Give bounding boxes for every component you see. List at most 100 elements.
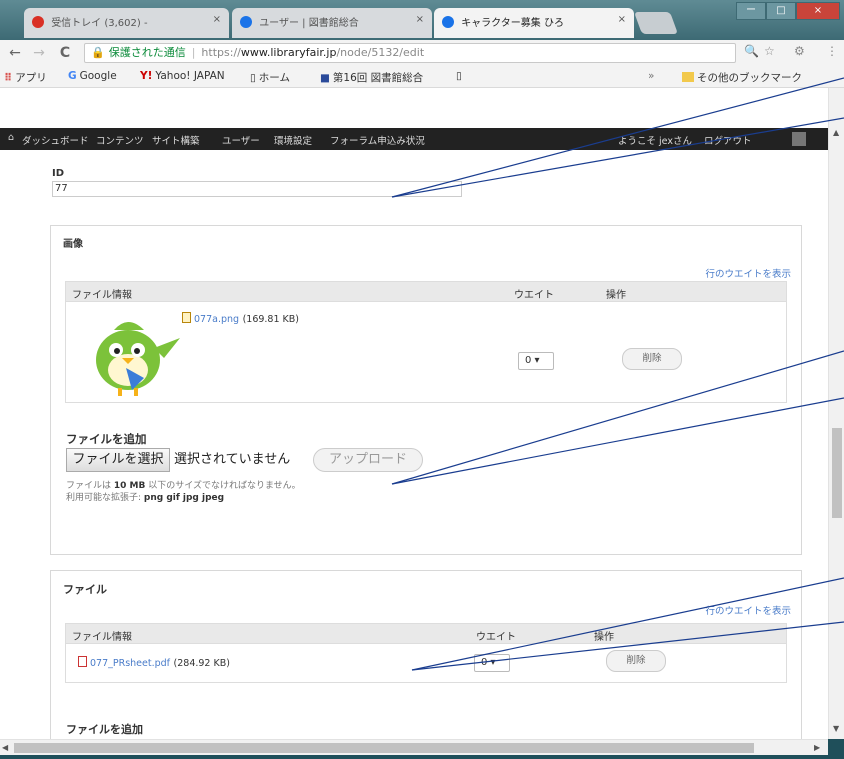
pdf-file-link[interactable]: 077_PRsheet.pdf — [90, 658, 170, 669]
tab-character[interactable]: キャラクター募集 ひろ × — [434, 8, 634, 38]
bookmark-google[interactable]: G Google — [68, 70, 117, 82]
admin-menu-content[interactable]: コンテンツ — [96, 133, 144, 147]
scroll-left-arrow-icon[interactable]: ◀ — [2, 743, 8, 752]
character-thumbnail — [96, 322, 180, 396]
scroll-right-arrow-icon[interactable]: ▶ — [814, 743, 820, 752]
image-fieldset: 画像 行のウエイトを表示 ファイル情報 ウエイト 操作 077a.png (16… — [50, 225, 802, 555]
tab-users[interactable]: ユーザー | 図書館総合 × — [232, 8, 432, 38]
bookmark-apps[interactable]: ⠿ アプリ — [4, 70, 47, 85]
minimize-button[interactable]: ー — [736, 2, 766, 20]
logout-link[interactable]: ログアウト — [704, 133, 752, 147]
ie-icon — [442, 16, 454, 28]
bookmark-label: アプリ — [15, 72, 47, 84]
file-fieldset: ファイル 行のウエイトを表示 ファイル情報 ウエイト 操作 077_PRshee… — [50, 570, 802, 739]
scroll-down-arrow-icon[interactable]: ▼ — [833, 724, 839, 733]
menu-icon[interactable]: ⋮ — [826, 44, 838, 58]
column-header-file-info: ファイル情報 — [72, 632, 132, 643]
admin-toggle-button[interactable] — [792, 132, 806, 146]
table-row: 077_PRsheet.pdf (284.92 KB) 0 ▾ 削除 — [66, 644, 786, 682]
file-section-title: ファイル — [63, 583, 107, 596]
image-table: ファイル情報 ウエイト 操作 077a.png (169.81 KB) 0 ▾ … — [65, 281, 787, 403]
file-table: ファイル情報 ウエイト 操作 077_PRsheet.pdf (284.92 K… — [65, 623, 787, 683]
admin-menu-dashboard[interactable]: ダッシュボード — [22, 133, 89, 147]
tab-close-icon[interactable]: × — [416, 14, 424, 25]
show-row-weights-link[interactable]: 行のウエイトを表示 — [705, 266, 791, 280]
table-header: ファイル情報 ウエイト 操作 — [66, 282, 786, 302]
tab-label: ユーザー | 図書館総合 — [259, 18, 359, 29]
bookmark-label: ホーム — [258, 72, 290, 84]
page-icon: ▯ — [250, 72, 256, 84]
tab-strip: 受信トレイ (3,602) - × ユーザー | 図書館総合 × キャラクター募… — [0, 0, 844, 40]
admin-menu-users[interactable]: ユーザー — [222, 133, 260, 147]
admin-menu-config[interactable]: 環境設定 — [274, 133, 312, 147]
other-bookmarks-label: その他のブックマーク — [697, 72, 802, 84]
column-header-operations: 操作 — [606, 290, 626, 301]
apps-grid-icon: ⠿ — [4, 72, 13, 84]
bookmark-label: Google — [79, 70, 117, 82]
bookmark-label: 第16回 図書館総合 — [332, 72, 424, 84]
address-bar[interactable]: 🔒 保護された通信 | https://www.libraryfair.jp/node… — [84, 43, 736, 63]
column-header-file-info: ファイル情報 — [72, 290, 132, 301]
page-icon: ▯ — [456, 70, 462, 82]
id-input[interactable]: 77 — [52, 181, 462, 197]
star-icon[interactable]: ☆ — [764, 44, 775, 58]
reload-icon[interactable]: C — [56, 44, 74, 62]
image-weight-select[interactable]: 0 ▾ — [518, 352, 554, 370]
yahoo-icon: Y! — [140, 70, 153, 82]
lock-icon: 🔒 — [91, 46, 105, 59]
pdf-file-size: (284.92 KB) — [173, 658, 230, 669]
browser-toolbar: ← → C 🔒 保護された通信 | https://www.libraryfair.j… — [0, 40, 844, 66]
horizontal-scrollbar[interactable]: ◀ ▶ — [0, 739, 828, 755]
close-window-button[interactable]: × — [796, 2, 840, 20]
horizontal-scroll-thumb[interactable] — [14, 743, 754, 753]
tab-gmail[interactable]: 受信トレイ (3,602) - × — [24, 8, 229, 38]
new-tab-button[interactable] — [633, 12, 679, 34]
file-add-file-label: ファイルを追加 — [66, 723, 143, 736]
help-text: 利用可能な拡張子: — [66, 493, 144, 503]
other-bookmarks[interactable]: その他のブックマーク — [682, 70, 802, 85]
url-path: /node/5132/edit — [336, 46, 425, 59]
bookmark-home[interactable]: ▯ ホーム — [250, 70, 290, 85]
show-row-weights-link[interactable]: 行のウエイトを表示 — [705, 603, 791, 617]
url-host: www.libraryfair.jp — [240, 46, 337, 59]
pdf-weight-select[interactable]: 0 ▾ — [474, 654, 510, 672]
no-file-selected-text: 選択されていません — [174, 452, 291, 467]
bookmark-page[interactable]: ▯ — [456, 70, 465, 82]
zoom-icon[interactable]: 🔍 — [744, 44, 759, 58]
image-delete-button[interactable]: 削除 — [622, 348, 682, 370]
tab-close-icon[interactable]: × — [618, 14, 626, 25]
forward-arrow-icon[interactable]: → — [30, 44, 48, 62]
table-row: 077a.png (169.81 KB) 0 ▾ 削除 — [66, 302, 786, 402]
maximize-button[interactable]: □ — [766, 2, 796, 20]
browser-window: 受信トレイ (3,602) - × ユーザー | 図書館総合 × キャラクター募… — [0, 0, 844, 759]
window-bottom-edge — [0, 755, 844, 759]
bookmarks-more-icon[interactable]: » — [648, 70, 654, 82]
file-ext-help: 利用可能な拡張子: png gif jpg jpeg — [66, 490, 224, 503]
image-file-link[interactable]: 077a.png — [194, 314, 239, 325]
choose-file-button[interactable]: ファイルを選択 — [66, 448, 170, 472]
vertical-scroll-thumb[interactable] — [832, 428, 842, 518]
admin-menu-structure[interactable]: サイト構築 — [152, 133, 200, 147]
admin-bar: ⌂ ダッシュボード コンテンツ サイト構築 ユーザー 環境設定 フォーラム申込み… — [0, 128, 828, 150]
page-viewport: ⌂ ダッシュボード コンテンツ サイト構築 ユーザー 環境設定 フォーラム申込み… — [0, 88, 828, 739]
scroll-up-arrow-icon[interactable]: ▲ — [833, 128, 839, 137]
secure-label: 保護された通信 — [108, 46, 186, 59]
image-file-size: (169.81 KB) — [242, 314, 299, 325]
tab-close-icon[interactable]: × — [213, 14, 221, 25]
extension-icon[interactable]: ⚙ — [794, 44, 805, 58]
window-controls: ー □ × — [736, 2, 840, 22]
back-arrow-icon[interactable]: ← — [6, 44, 24, 62]
bookmarks-bar: ⠿ アプリ G Google Y! Yahoo! JAPAN ▯ ホーム ■ 第16回 図… — [0, 66, 844, 88]
bookmark-yahoo[interactable]: Y! Yahoo! JAPAN — [140, 70, 225, 82]
pdf-delete-button[interactable]: 削除 — [606, 650, 666, 672]
upload-button[interactable]: アップロード — [313, 448, 423, 472]
folder-icon — [682, 72, 694, 82]
column-header-weight: ウエイト — [514, 290, 554, 301]
admin-menu-forum-status[interactable]: フォーラム申込み状況 — [330, 133, 425, 147]
home-icon[interactable]: ⌂ — [8, 132, 14, 143]
vertical-scrollbar[interactable]: ▲ ▼ — [828, 88, 844, 739]
bookmark-libraryfair[interactable]: ■ 第16回 図書館総合 — [320, 70, 423, 85]
help-extensions: png gif jpg jpeg — [143, 493, 225, 503]
table-header: ファイル情報 ウエイト 操作 — [66, 624, 786, 644]
image-section-title: 画像 — [63, 239, 83, 250]
